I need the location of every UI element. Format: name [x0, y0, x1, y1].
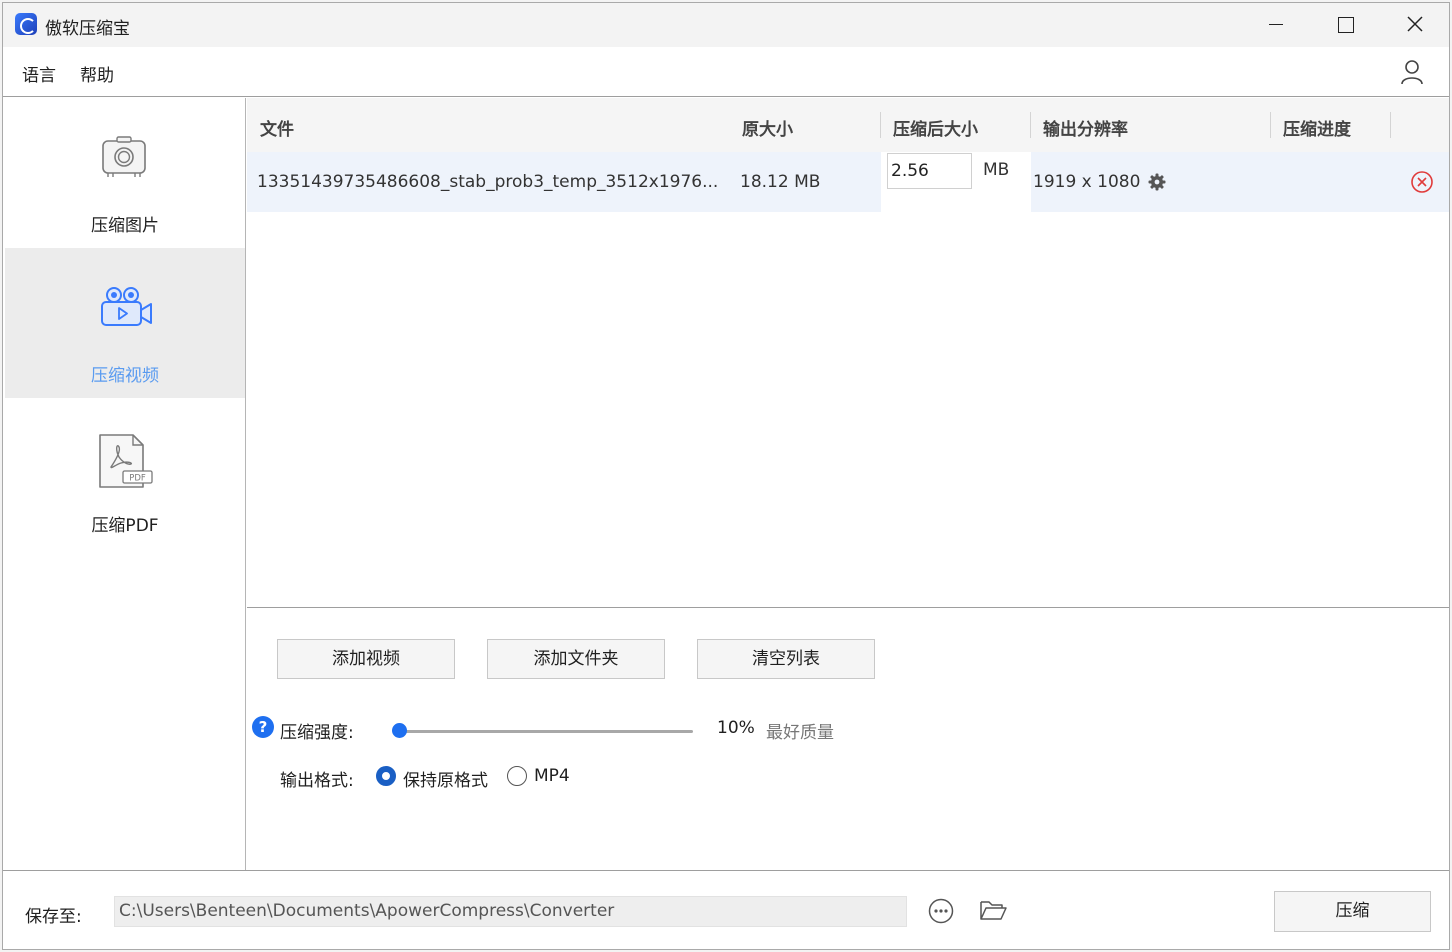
compression-slider-track[interactable]: [399, 730, 693, 733]
original-size: 18.12 MB: [740, 172, 821, 192]
title-bar: 傲软压缩宝: [3, 3, 1449, 47]
menu-language[interactable]: 语言: [22, 61, 56, 86]
column-header-output-resolution: 输出分辨率: [1043, 120, 1128, 140]
sidebar: 压缩图片 压缩视频 PDF 压缩PDF: [3, 98, 246, 870]
column-header-original-size: 原大小: [742, 120, 793, 140]
compressed-size-input[interactable]: [887, 153, 972, 189]
column-header-file: 文件: [260, 120, 294, 140]
save-to-label: 保存至:: [25, 907, 82, 927]
window-title: 傲软压缩宝: [45, 19, 130, 39]
compress-button[interactable]: 压缩: [1274, 891, 1431, 932]
column-header-progress: 压缩进度: [1283, 120, 1351, 140]
video-camera-icon: [101, 287, 152, 326]
output-resolution: 1919 x 1080: [1033, 172, 1141, 192]
remove-file-icon[interactable]: [1410, 170, 1434, 194]
radio-keep-original-format[interactable]: [376, 766, 396, 786]
compressed-size-unit: MB: [983, 160, 1010, 180]
table-row[interactable]: 13351439735486608_stab_prob3_temp_3512x1…: [247, 152, 1449, 212]
file-name: 13351439735486608_stab_prob3_temp_3512x1…: [257, 172, 719, 192]
folder-open-icon[interactable]: [979, 898, 1007, 922]
add-video-button[interactable]: 添加视频: [277, 639, 455, 679]
minimize-button[interactable]: [1240, 3, 1310, 47]
add-folder-button[interactable]: 添加文件夹: [487, 639, 665, 679]
camera-icon: [102, 136, 146, 177]
sidebar-item-label: 压缩视频: [91, 366, 159, 386]
maximize-button[interactable]: [1310, 3, 1380, 47]
compression-slider-thumb[interactable]: [392, 723, 407, 738]
close-button[interactable]: [1380, 3, 1449, 47]
pdf-file-icon: PDF: [99, 434, 153, 488]
sidebar-item-label: 压缩PDF: [91, 516, 159, 536]
table-header: 文件 原大小 压缩后大小 输出分辨率 压缩进度: [247, 98, 1449, 152]
sidebar-item-compress-video[interactable]: 压缩视频: [5, 248, 245, 398]
output-path-field[interactable]: C:\Users\Benteen\Documents\ApowerCompres…: [114, 896, 907, 927]
compression-percent: 10%: [717, 718, 755, 738]
compressed-size-cell: MB: [881, 152, 1031, 212]
app-logo-icon: [15, 13, 37, 35]
radio-label-keep-original[interactable]: 保持原格式: [403, 766, 488, 791]
column-divider: [1270, 112, 1271, 138]
gear-icon[interactable]: [1148, 173, 1166, 191]
column-divider: [880, 112, 881, 138]
column-header-compressed-size: 压缩后大小: [893, 120, 978, 140]
close-icon: [1407, 16, 1423, 32]
app-window: 傲软压缩宝 语言 帮助 压缩图片 压缩视频 PDF 压缩PDF 文件 原大小 压…: [2, 2, 1450, 950]
menu-bar: 语言 帮助: [3, 47, 1449, 97]
file-table: 文件 原大小 压缩后大小 输出分辨率 压缩进度 1335143973548660…: [247, 98, 1449, 608]
clear-list-button[interactable]: 清空列表: [697, 639, 875, 679]
help-icon[interactable]: ?: [252, 716, 274, 738]
user-account-icon[interactable]: [1400, 59, 1424, 85]
radio-label-mp4[interactable]: MP4: [534, 766, 570, 786]
column-divider: [1030, 112, 1031, 138]
sidebar-item-compress-pdf[interactable]: PDF 压缩PDF: [5, 398, 245, 548]
sidebar-item-compress-image[interactable]: 压缩图片: [5, 98, 245, 248]
column-divider: [1390, 112, 1391, 138]
more-options-icon[interactable]: [928, 898, 954, 924]
footer: 保存至: C:\Users\Benteen\Documents\ApowerCo…: [3, 870, 1449, 949]
output-format-label: 输出格式:: [280, 771, 354, 791]
quality-text: 最好质量: [766, 723, 834, 743]
svg-text:PDF: PDF: [129, 474, 146, 484]
sidebar-item-label: 压缩图片: [91, 216, 159, 236]
radio-mp4[interactable]: [507, 766, 527, 786]
menu-help[interactable]: 帮助: [80, 61, 114, 86]
compression-strength-label: 压缩强度:: [280, 723, 354, 743]
